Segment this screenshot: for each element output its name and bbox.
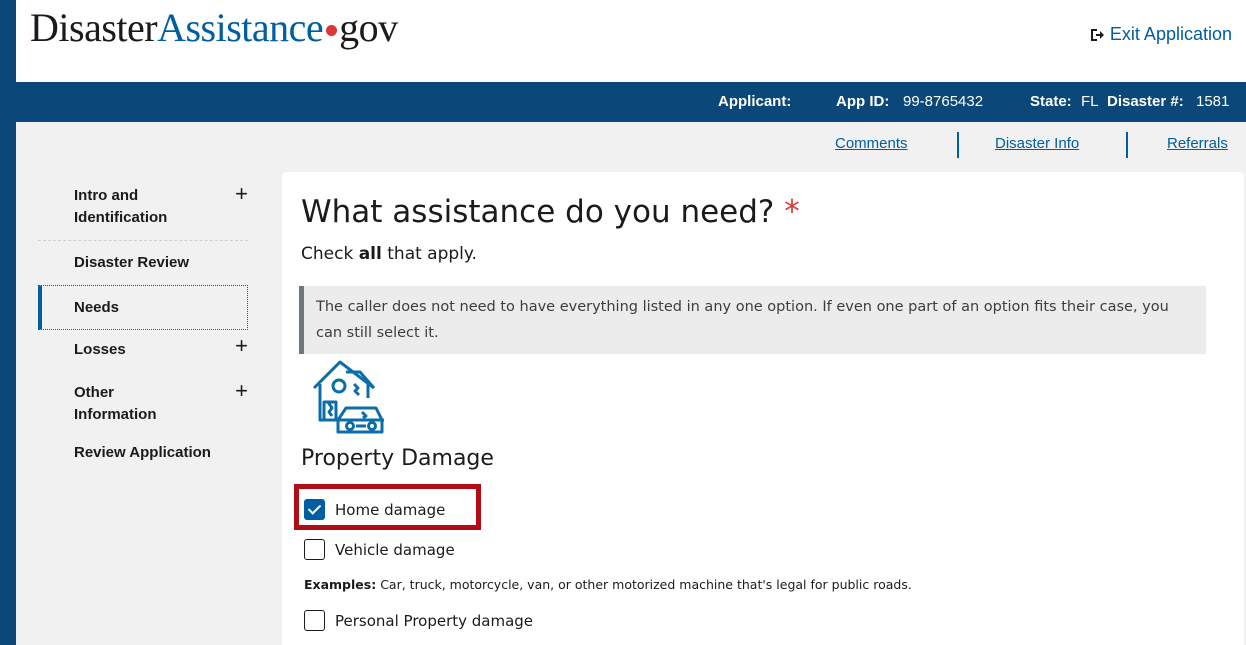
annotation-highlight-box	[294, 484, 481, 530]
vehicle-damage-checkbox[interactable]	[304, 539, 325, 560]
sidebar-item-intro-identification[interactable]: Intro and Identification +	[38, 180, 248, 240]
applicant-info-bar: Applicant: App ID: 99-8765432 State: FL …	[16, 82, 1246, 122]
info-note: The caller does not need to have everyth…	[299, 286, 1206, 354]
exit-application-label: Exit Application	[1109, 24, 1232, 44]
app-id-label: App ID:	[836, 93, 890, 110]
link-separator	[957, 132, 959, 158]
state-value: FL	[1081, 93, 1099, 110]
sidebar-item-disaster-review[interactable]: Disaster Review	[38, 241, 248, 285]
vehicle-examples-text: Examples: Car, truck, motorcycle, van, o…	[304, 577, 912, 592]
app-id-value: 99-8765432	[903, 93, 984, 110]
personal-property-damage-label[interactable]: Personal Property damage	[335, 612, 533, 630]
expand-plus-icon[interactable]: +	[235, 335, 248, 357]
page-title: What assistance do you need? *	[301, 194, 800, 230]
instruction-text: Check all that apply.	[301, 244, 477, 264]
referrals-link[interactable]: Referrals	[1167, 135, 1228, 152]
site-logo[interactable]: DisasterAssistance gov	[30, 6, 398, 50]
option-vehicle-damage[interactable]: Vehicle damage	[304, 539, 455, 560]
personal-property-damage-checkbox[interactable]	[304, 610, 325, 631]
disaster-number-label: Disaster #:	[1107, 93, 1184, 110]
sign-out-icon	[1090, 28, 1104, 41]
logo-dot-icon	[326, 25, 338, 37]
vehicle-damage-label[interactable]: Vehicle damage	[335, 541, 455, 559]
sidebar-item-other-information[interactable]: Other Information +	[38, 370, 248, 440]
app-frame: DisasterAssistance gov Exit Application A…	[16, 0, 1246, 645]
exit-application-link[interactable]: Exit Application	[1090, 24, 1232, 45]
comments-link[interactable]: Comments	[835, 135, 908, 152]
disaster-number-value: 1581	[1196, 93, 1230, 110]
progress-sidebar: Intro and Identification + Disaster Revi…	[38, 180, 248, 470]
sidebar-item-review-application[interactable]: Review Application	[38, 440, 248, 470]
option-personal-property-damage[interactable]: Personal Property damage	[304, 610, 533, 631]
disaster-info-link[interactable]: Disaster Info	[995, 135, 1079, 152]
question-card: What assistance do you need? * Check all…	[282, 172, 1244, 645]
utility-links: Comments Disaster Info Referrals	[16, 132, 1246, 160]
sidebar-item-needs[interactable]: Needs	[38, 285, 248, 330]
link-separator	[1126, 132, 1128, 158]
sidebar-item-losses[interactable]: Losses +	[38, 330, 248, 370]
required-marker: *	[784, 194, 800, 230]
site-header: DisasterAssistance gov Exit Application	[16, 0, 1246, 82]
applicant-label: Applicant:	[718, 93, 792, 110]
house-car-damage-icon	[312, 360, 384, 434]
section-title-property-damage: Property Damage	[301, 446, 494, 471]
expand-plus-icon[interactable]: +	[235, 380, 248, 402]
expand-plus-icon[interactable]: +	[235, 183, 248, 205]
state-label: State:	[1030, 93, 1072, 110]
